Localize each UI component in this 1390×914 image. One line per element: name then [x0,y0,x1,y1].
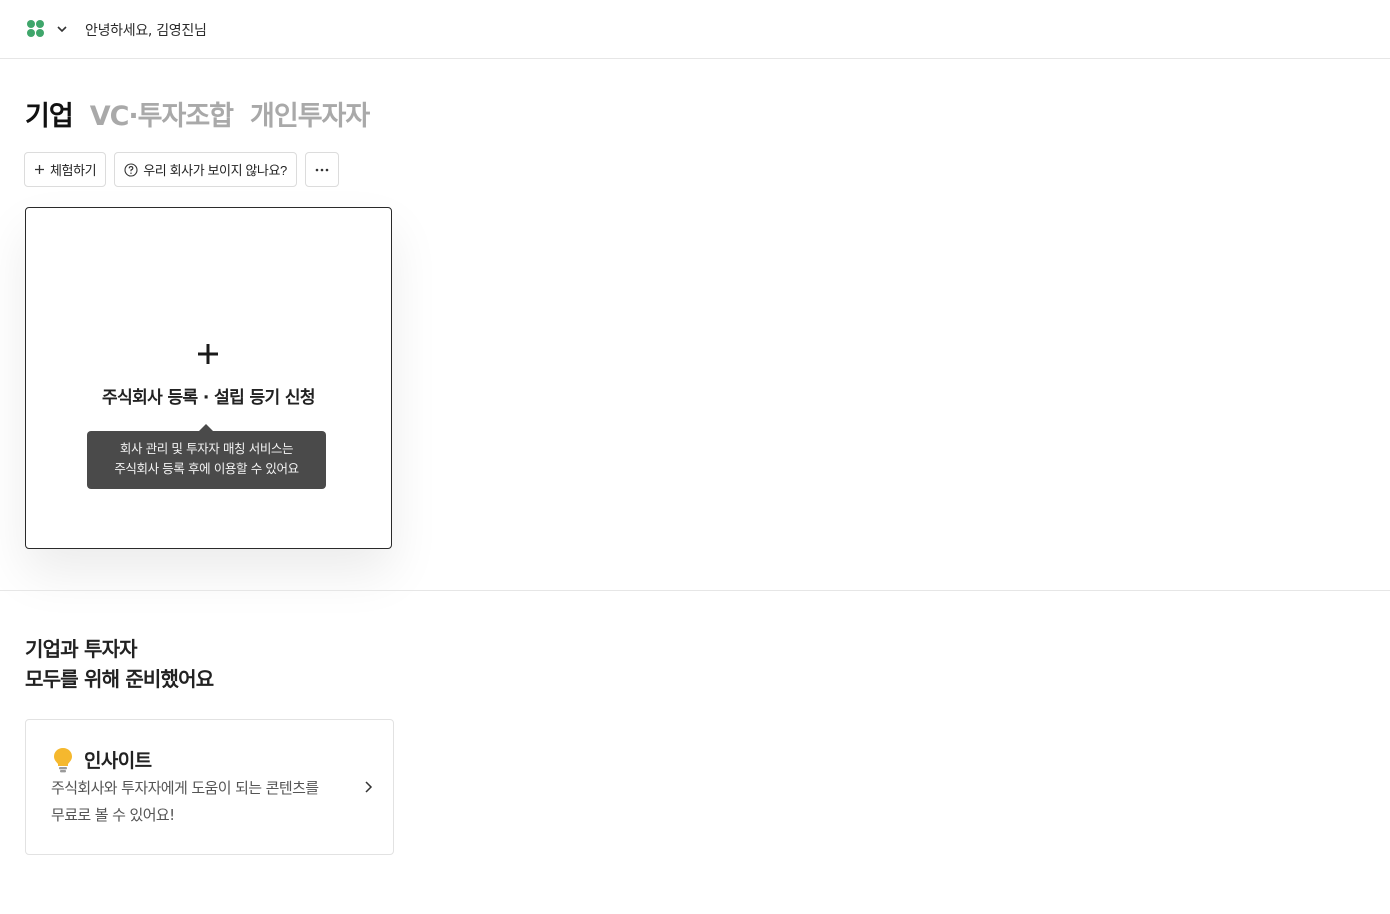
top-bar: 안녕하세요, 김영진님 [0,0,1390,59]
insight-card-header: 인사이트 [52,746,152,773]
company-not-found-button[interactable]: 우리 회사가 보이지 않나요? [114,152,297,187]
chevron-down-icon[interactable] [56,23,68,35]
question-circle-icon [124,162,138,177]
tab-vc-fund[interactable]: VC·투자조합 [90,94,234,133]
trial-button[interactable]: 체험하기 [24,152,107,187]
insight-title: 인사이트 [84,750,152,772]
register-company-card[interactable]: 주식회사 등록 · 설립 등기 신청 회사 관리 및 투자자 매칭 서비스는 주… [25,207,392,549]
ellipsis-icon [315,168,329,171]
action-bar: 체험하기 우리 회사가 보이지 않나요? [24,152,339,187]
insight-card[interactable]: 인사이트 주식회사와 투자자에게 도움이 되는 콘텐츠를 무료로 볼 수 있어요… [25,719,394,855]
tooltip-line-1: 회사 관리 및 투자자 매칭 서비스는 [119,441,294,456]
insight-description-line-1: 주식회사와 투자자에게 도움이 되는 콘텐츠를 [51,779,319,797]
register-tooltip: 회사 관리 및 투자자 매칭 서비스는 주식회사 등록 후에 이용할 수 있어요 [87,424,326,489]
section-title-line-2: 모두를 위해 준비했어요 [25,667,214,691]
plus-icon [198,344,218,364]
app-grid-icon [27,20,44,37]
tab-individual-investor[interactable]: 개인투자자 [250,94,370,133]
company-not-found-label: 우리 회사가 보이지 않나요? [143,163,287,178]
tooltip-line-2: 주식회사 등록 후에 이용할 수 있어요 [114,461,299,476]
more-options-button[interactable] [304,152,339,187]
tab-company[interactable]: 기업 [25,94,74,133]
chevron-right-icon [365,781,373,793]
section-divider [0,590,1390,591]
app-switcher[interactable] [26,19,68,39]
section-title-line-1: 기업과 투자자 [25,637,138,661]
insight-description-line-2: 무료로 볼 수 있어요! [51,806,175,824]
insight-description: 주식회사와 투자자에게 도움이 되는 콘텐츠를 무료로 볼 수 있어요! [51,775,351,829]
register-company-label: 주식회사 등록 · 설립 등기 신청 [102,388,316,408]
trial-button-label: 체험하기 [50,163,97,178]
greeting-text: 안녕하세요, 김영진님 [85,23,207,39]
category-tabs: 기업 VC·투자조합 개인투자자 [25,94,370,133]
section-title: 기업과 투자자 모두를 위해 준비했어요 [25,634,214,694]
lightbulb-icon [54,747,72,772]
plus-icon [35,165,44,174]
